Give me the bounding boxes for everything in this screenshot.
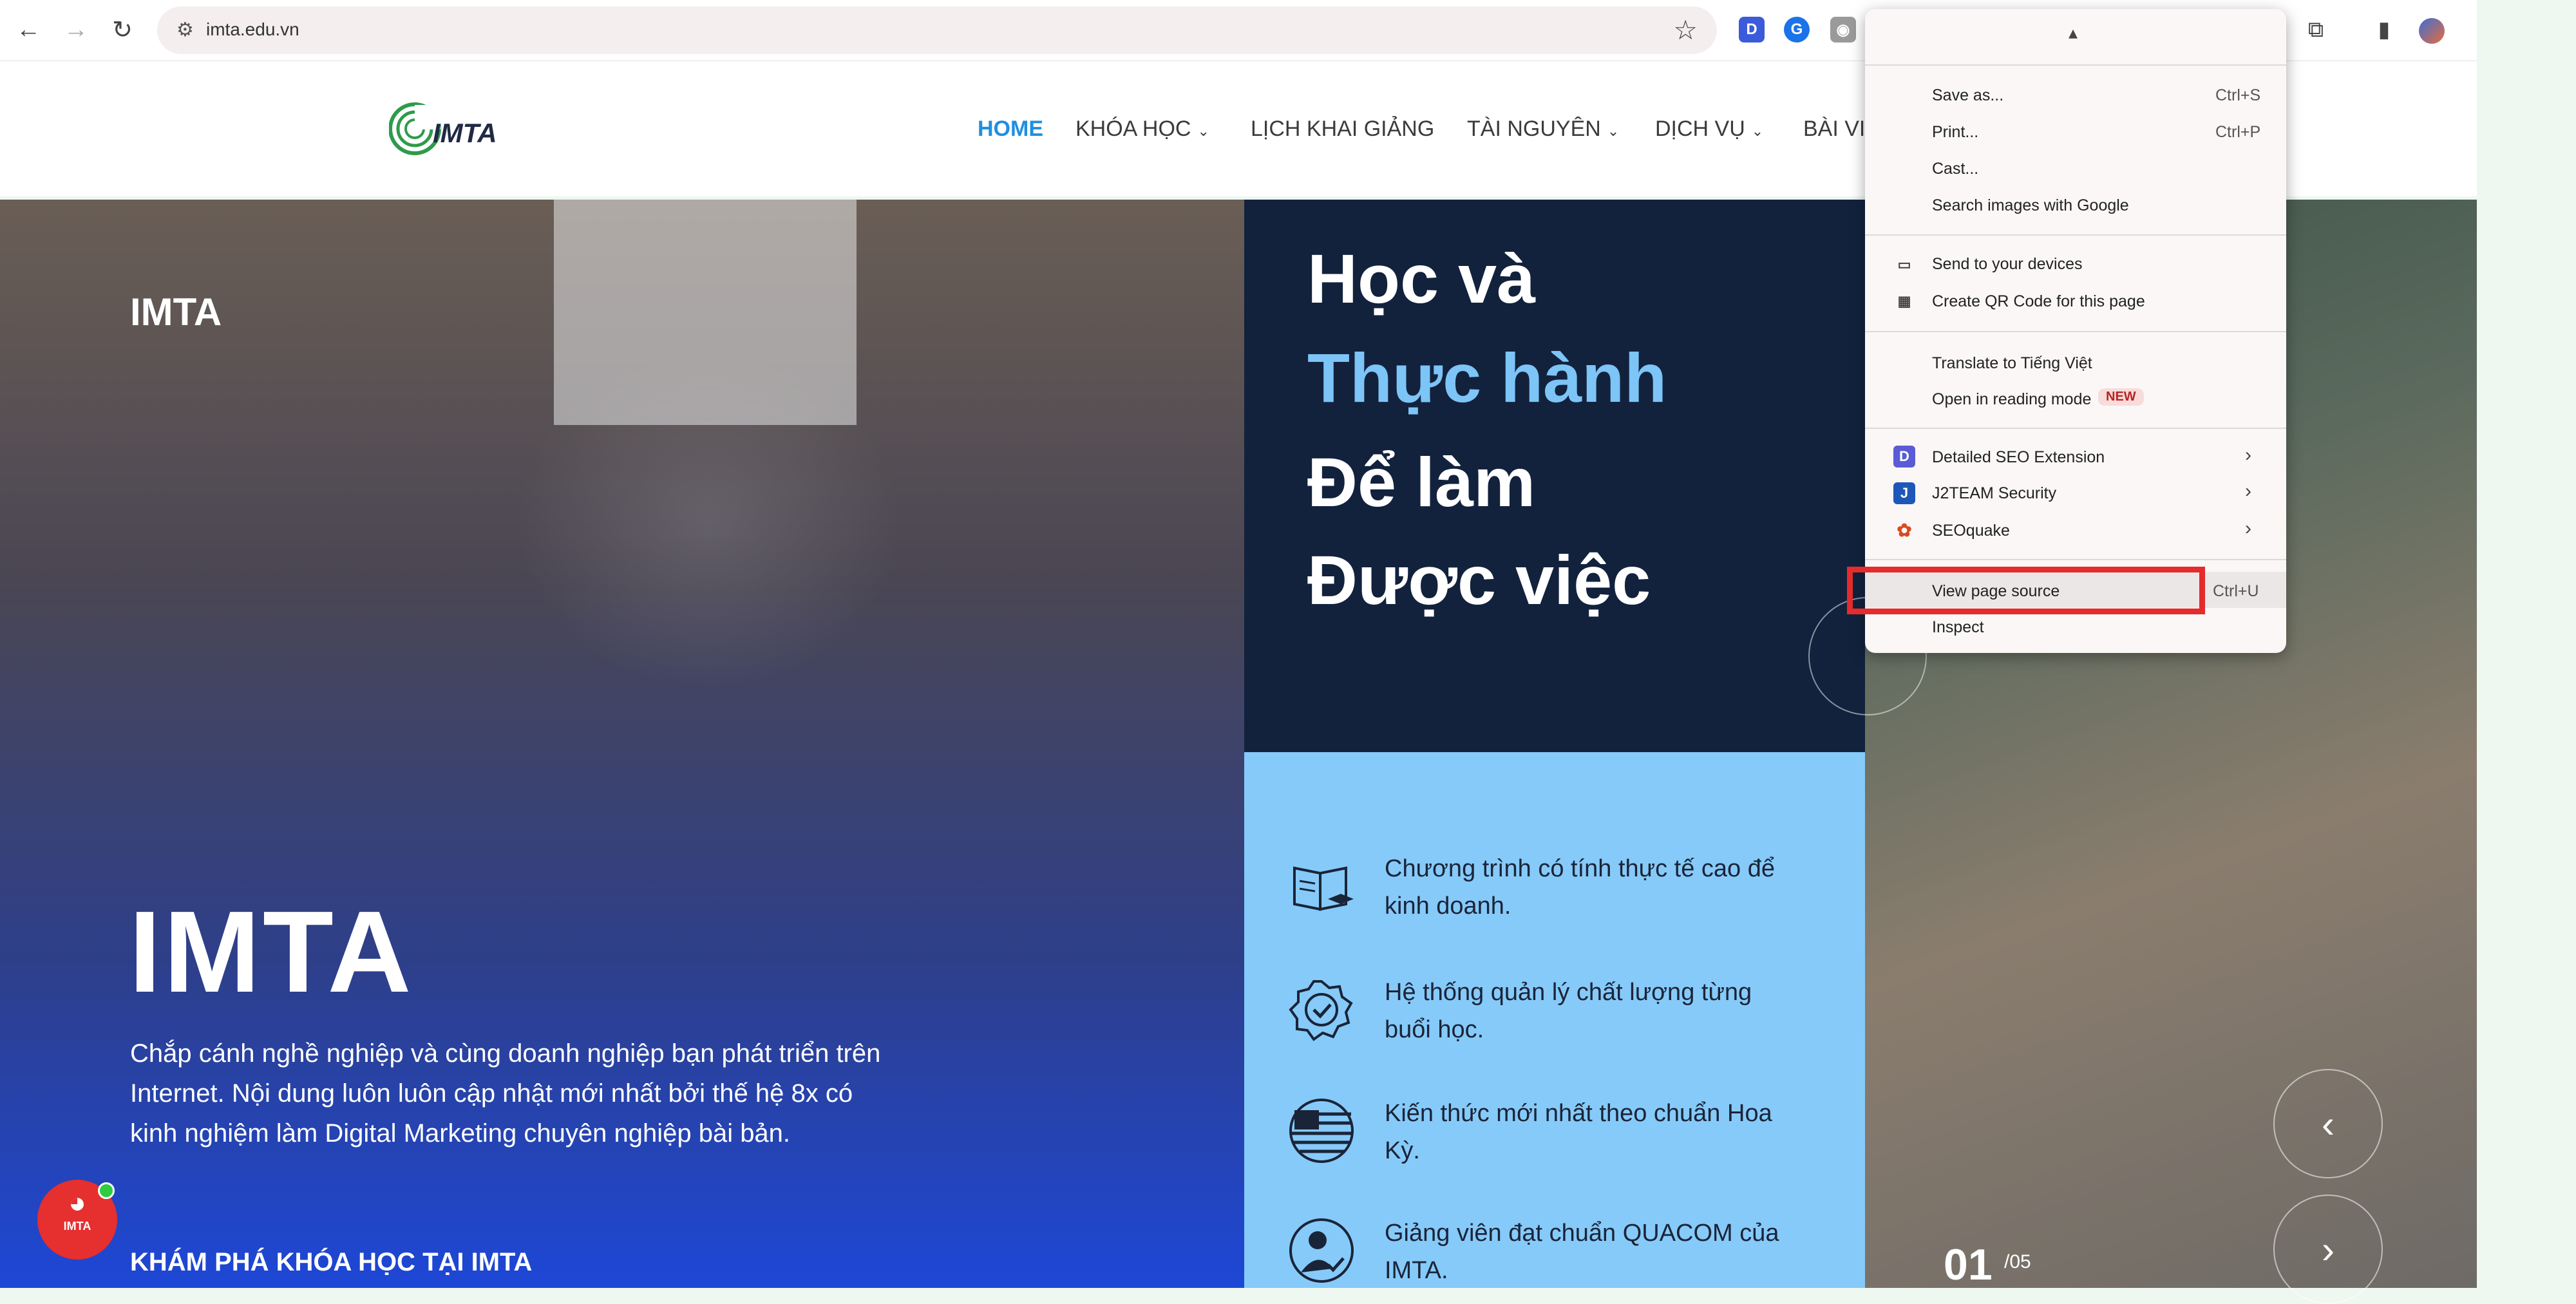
detailed-seo-extension-icon[interactable]: D <box>1739 17 1765 43</box>
hero-big-title: IMTA <box>129 887 414 1017</box>
explore-courses-link[interactable]: KHÁM PHÁ KHÓA HỌC TẠI IMTA <box>130 1248 532 1277</box>
menu-item-print[interactable]: Print... <box>1932 123 1978 142</box>
chevron-down-icon: ⌄ <box>1751 123 1764 139</box>
menu-separator <box>1865 234 2286 236</box>
us-flag-icon <box>1289 1099 1354 1163</box>
new-badge: NEW <box>2098 388 2144 406</box>
menu-label: TÀI NGUYÊN <box>1467 117 1601 141</box>
feature-text-4: Giảng viên đạt chuẩn QUACOM của IMTA. <box>1385 1220 1779 1284</box>
menu-bai-viet[interactable]: BÀI VI <box>1803 117 1865 142</box>
annotation-highlight-box <box>1847 567 2205 614</box>
menu-home[interactable]: HOME <box>978 117 1043 142</box>
menu-shortcut: Ctrl+U <box>2213 582 2259 600</box>
slogan-line-1: Học và <box>1307 240 1536 317</box>
address-bar[interactable]: ⚙ imta.edu.vn ☆ <box>157 6 1717 54</box>
j2team-icon: J <box>1893 482 1915 504</box>
seoquake-icon: ✿ <box>1897 520 1912 540</box>
reload-icon[interactable]: ↻ <box>107 14 138 45</box>
chevron-right-icon: › <box>2245 480 2251 502</box>
slide-total-number: /05 <box>2004 1251 2031 1272</box>
bookmark-star-icon[interactable]: ☆ <box>1673 14 1698 46</box>
extensions-puzzle-icon[interactable]: ⧉ <box>2300 14 2331 45</box>
forward-icon[interactable]: → <box>61 14 91 45</box>
feature-text-2: Hệ thống quản lý chất lượng từng buổi họ… <box>1385 979 1752 1043</box>
site-info-icon[interactable]: ⚙ <box>176 19 198 41</box>
chevron-right-icon: › <box>2245 444 2251 466</box>
menu-label: KHÓA HỌC <box>1075 117 1191 141</box>
online-status-dot <box>98 1182 115 1199</box>
feature-text-3: Kiến thức mới nhất theo chuẩn Hoa Kỳ. <box>1385 1100 1772 1164</box>
teacher-check-icon <box>1289 1218 1354 1283</box>
extension-letter: D <box>1746 21 1757 38</box>
chevron-down-icon: ⌄ <box>1607 123 1620 139</box>
side-panel-icon[interactable]: ▮ <box>2369 14 2400 45</box>
profile-avatar[interactable] <box>2419 18 2445 44</box>
menu-item-search-images[interactable]: Search images with Google <box>1932 196 2129 215</box>
menu-item-inspect[interactable]: Inspect <box>1932 618 1984 637</box>
book-graduation-icon <box>1293 866 1354 911</box>
back-icon[interactable]: ← <box>13 14 44 45</box>
menu-label: BÀI VI <box>1803 117 1866 141</box>
menu-label: DỊCH VỤ <box>1655 117 1745 141</box>
url-text[interactable]: imta.edu.vn <box>206 19 299 40</box>
menu-item-translate[interactable]: Translate to Tiếng Việt <box>1932 354 2092 373</box>
menu-item-seoquake[interactable]: SEOquake <box>1932 522 2010 540</box>
menu-khoa-hoc[interactable]: KHÓA HỌC ⌄ <box>1075 117 1209 142</box>
chevron-right-icon: › <box>2245 518 2251 539</box>
menu-separator <box>1865 428 2286 429</box>
camera-extension-icon[interactable]: ◉ <box>1830 17 1856 43</box>
menu-item-cast[interactable]: Cast... <box>1932 160 1978 178</box>
slogan-line-4: Được việc <box>1307 541 1651 619</box>
chevron-down-icon: ⌄ <box>1197 123 1209 139</box>
menu-item-detailed-seo[interactable]: Detailed SEO Extension <box>1932 448 2105 467</box>
menu-tai-nguyen[interactable]: TÀI NGUYÊN ⌄ <box>1467 117 1619 142</box>
detailed-seo-icon: D <box>1893 446 1915 468</box>
quality-badge-icon <box>1289 980 1353 1041</box>
chevron-left-icon: ‹ <box>2322 1102 2334 1146</box>
whiteboard-shape <box>554 200 857 425</box>
menu-shortcut: Ctrl+P <box>2215 123 2261 141</box>
menu-item-send-to-devices[interactable]: Send to your devices <box>1932 255 2082 274</box>
slogan-line-2: Thực hành <box>1307 339 1667 417</box>
menu-separator <box>1865 64 2286 66</box>
menu-scroll-up-icon[interactable]: ▴ <box>2069 22 2078 43</box>
devices-icon: ▭ <box>1897 256 1911 272</box>
messenger-chat-button[interactable]: ◕ IMTA <box>37 1180 117 1260</box>
menu-item-create-qr[interactable]: Create QR Code for this page <box>1932 292 2145 311</box>
menu-shortcut: Ctrl+S <box>2215 86 2261 104</box>
menu-item-save-as[interactable]: Save as... <box>1932 86 2003 105</box>
logo-text[interactable]: IMTA <box>433 118 497 149</box>
menu-label: LỊCH KHAI GIẢNG <box>1251 117 1435 141</box>
slider-prev-button[interactable]: ‹ <box>2273 1069 2383 1178</box>
slogan-line-3: Để làm <box>1307 443 1536 521</box>
chevron-right-icon: › <box>2322 1227 2334 1271</box>
qr-code-icon: ▦ <box>1897 293 1911 309</box>
hero-description: Chắp cánh nghề nghiệp và cùng doanh nghi… <box>130 1039 881 1148</box>
grammar-extension-icon[interactable]: G <box>1784 17 1810 43</box>
menu-item-reading-mode[interactable]: Open in reading mode <box>1932 390 2091 409</box>
menu-label: HOME <box>978 117 1043 141</box>
hero-small-title: IMTA <box>130 290 222 334</box>
feature-text-1: Chương trình có tính thực tế cao để kinh… <box>1385 855 1776 920</box>
menu-separator <box>1865 331 2286 332</box>
messenger-label: IMTA <box>63 1220 91 1233</box>
menu-dich-vu[interactable]: DỊCH VỤ ⌄ <box>1655 117 1763 142</box>
slide-current-number: 01 <box>1944 1240 1993 1289</box>
extension-letter: G <box>1790 21 1803 38</box>
menu-separator <box>1865 559 2286 560</box>
menu-lich-khai-giang[interactable]: LỊCH KHAI GIẢNG <box>1251 117 1434 142</box>
menu-item-j2team[interactable]: J2TEAM Security <box>1932 484 2056 503</box>
